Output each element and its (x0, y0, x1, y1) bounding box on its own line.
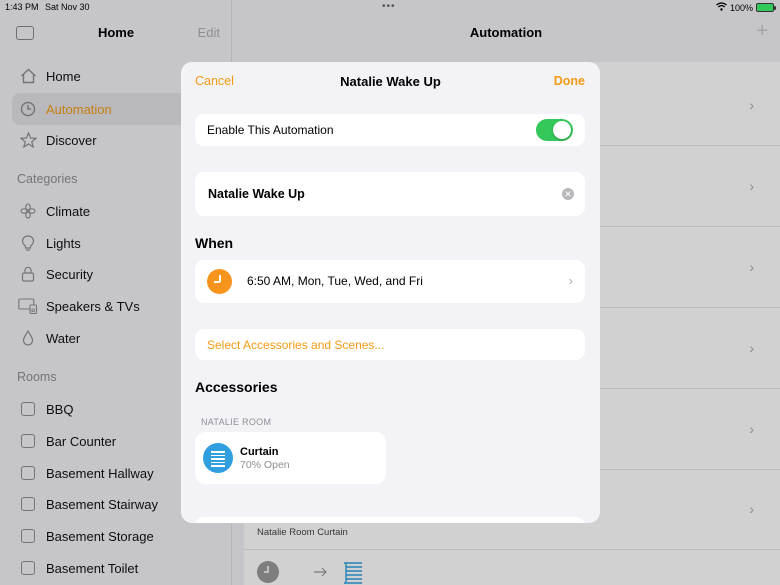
select-accessories-link[interactable]: Select Accessories and Scenes... (207, 338, 384, 352)
multitasking-dots-icon[interactable]: ••• (382, 1, 396, 12)
clear-icon[interactable]: ✕ (562, 188, 574, 200)
automation-name-value: Natalie Wake Up (208, 187, 305, 201)
status-time: 1:43 PM (5, 2, 39, 12)
select-accessories-row[interactable]: Select Accessories and Scenes... (195, 329, 585, 360)
when-trigger-row[interactable]: 6:50 AM, Mon, Tue, Wed, and Fri › (195, 260, 585, 303)
status-right: 100% (716, 2, 776, 13)
when-trigger-text: 6:50 AM, Mon, Tue, Wed, and Fri (247, 274, 423, 288)
room-section-label: NATALIE ROOM (201, 417, 272, 427)
chevron-right-icon: › (568, 273, 573, 288)
accessory-state: 70% Open (240, 459, 290, 471)
clock-icon (207, 269, 232, 294)
curtain-icon (203, 443, 233, 473)
enable-automation-row: Enable This Automation (195, 114, 585, 146)
enable-automation-toggle[interactable] (536, 119, 573, 141)
done-button[interactable]: Done (554, 74, 585, 88)
status-date: Sat Nov 30 (45, 2, 90, 12)
automation-edit-sheet: Cancel Natalie Wake Up Done Enable This … (181, 62, 600, 523)
when-heading: When (195, 235, 234, 251)
automation-name-field[interactable]: Natalie Wake Up ✕ (195, 172, 585, 216)
accessory-tile-curtain[interactable]: Curtain 70% Open (195, 432, 386, 484)
status-bar: 1:43 PM Sat Nov 30 ••• 100% (0, 0, 780, 14)
accessories-heading: Accessories (195, 379, 278, 395)
battery-icon (756, 3, 776, 12)
battery-percent: 100% (729, 2, 753, 13)
sheet-title: Natalie Wake Up (340, 74, 441, 89)
test-automation-row[interactable] (195, 517, 585, 523)
wifi-icon (716, 2, 727, 13)
toggle-knob (553, 121, 571, 139)
accessory-name: Curtain (240, 446, 279, 458)
enable-automation-label: Enable This Automation (207, 123, 334, 137)
